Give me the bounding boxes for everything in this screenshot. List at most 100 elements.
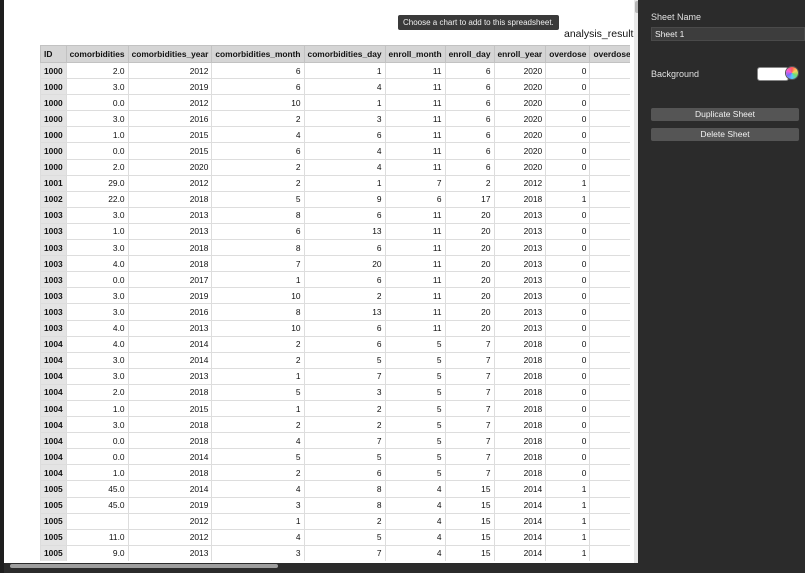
table-cell[interactable]: 1 — [545, 480, 591, 498]
table-cell[interactable]: 3.0 — [65, 367, 129, 385]
table-cell[interactable]: 5 — [384, 432, 446, 450]
table-cell[interactable]: 4 — [211, 480, 305, 498]
table-cell[interactable]: 0 — [545, 126, 591, 144]
table-cell[interactable]: 0 — [545, 367, 591, 385]
table-cell[interactable]: 15 — [444, 544, 495, 561]
row-id-cell[interactable]: 1005 — [40, 544, 67, 561]
table-cell[interactable]: 3.0 — [65, 287, 129, 305]
table-cell[interactable]: 2014 — [127, 351, 213, 369]
table-cell[interactable]: 6 — [303, 206, 386, 224]
table-cell[interactable]: 2014 — [493, 480, 547, 498]
table-cell[interactable]: 6 — [303, 464, 386, 482]
table-cell[interactable] — [589, 255, 630, 273]
table-cell[interactable]: 7 — [303, 367, 386, 385]
table-cell[interactable]: 1 — [211, 271, 305, 289]
table-cell[interactable] — [589, 287, 630, 305]
table-cell[interactable]: 4 — [303, 78, 386, 96]
table-cell[interactable]: 1.0 — [65, 464, 129, 482]
sheet-name-input[interactable]: Sheet 1 — [651, 27, 805, 41]
table-cell[interactable]: 2013 — [127, 544, 213, 561]
table-cell[interactable]: 0 — [545, 158, 591, 176]
table-cell[interactable]: 10 — [589, 544, 630, 561]
table-cell[interactable]: 6 — [384, 190, 446, 208]
table-cell[interactable]: 3 — [211, 496, 305, 514]
table-cell[interactable]: 5 — [384, 383, 446, 401]
table-cell[interactable]: 2020 — [493, 110, 547, 128]
table-cell[interactable]: 6 — [444, 142, 495, 160]
table-cell[interactable]: 3 — [303, 110, 386, 128]
table-cell[interactable] — [589, 351, 630, 369]
table-cell[interactable]: 10 — [589, 528, 630, 546]
table-cell[interactable]: 2013 — [493, 206, 547, 224]
table-cell[interactable]: 2 — [211, 351, 305, 369]
table-cell[interactable]: 4 — [211, 432, 305, 450]
table-cell[interactable]: 9.0 — [65, 544, 129, 561]
table-cell[interactable]: 6 — [444, 61, 495, 80]
table-cell[interactable]: 2013 — [493, 319, 547, 337]
table-cell[interactable] — [589, 110, 630, 128]
table-cell[interactable]: 2018 — [493, 367, 547, 385]
table-cell[interactable]: 29.0 — [65, 174, 129, 192]
table-cell[interactable]: 15 — [444, 512, 495, 530]
table-cell[interactable]: 7 — [444, 464, 495, 482]
column-header[interactable]: enroll_day — [444, 45, 495, 63]
row-id-cell[interactable]: 1003 — [40, 271, 67, 289]
table-cell[interactable] — [589, 383, 630, 401]
table-cell[interactable]: 0.0 — [65, 142, 129, 160]
table-cell[interactable] — [589, 399, 630, 418]
horizontal-scroll-thumb[interactable] — [10, 564, 278, 568]
row-id-cell[interactable]: 1005 — [40, 496, 67, 514]
table-cell[interactable]: 0 — [545, 351, 591, 369]
table-cell[interactable]: 11 — [384, 142, 446, 160]
table-cell[interactable]: 4 — [384, 528, 446, 546]
table-cell[interactable]: 0 — [545, 61, 591, 80]
table-cell[interactable]: 7 — [444, 351, 495, 369]
table-cell[interactable]: 45.0 — [65, 496, 129, 514]
table-cell[interactable]: 2020 — [493, 94, 547, 112]
table-cell[interactable] — [589, 416, 630, 434]
row-id-cell[interactable]: 1003 — [40, 255, 67, 273]
table-cell[interactable]: 0 — [545, 287, 591, 305]
table-cell[interactable]: 5 — [303, 351, 386, 369]
table-cell[interactable] — [589, 94, 630, 112]
table-cell[interactable]: 1 — [545, 512, 591, 530]
column-header[interactable]: comorbidities_day — [303, 45, 386, 63]
table-cell[interactable]: 5 — [303, 448, 386, 466]
table-cell[interactable]: 5 — [211, 383, 305, 401]
table-cell[interactable]: 3 — [211, 544, 305, 561]
table-cell[interactable]: 2015 — [127, 142, 213, 160]
table-cell[interactable]: 2.0 — [65, 158, 129, 176]
row-id-cell[interactable]: 1004 — [40, 367, 67, 385]
table-cell[interactable]: 2012 — [127, 61, 213, 80]
table-cell[interactable]: 2012 — [127, 174, 213, 192]
table-cell[interactable] — [589, 126, 630, 144]
row-id-cell[interactable]: 1004 — [40, 399, 67, 418]
table-cell[interactable] — [589, 335, 630, 353]
row-id-cell[interactable]: 1003 — [40, 287, 67, 305]
table-cell[interactable]: 6 — [211, 61, 305, 80]
table-cell[interactable]: 2020 — [493, 142, 547, 160]
table-cell[interactable]: 11 — [384, 206, 446, 224]
row-id-cell[interactable]: 1001 — [40, 174, 67, 192]
duplicate-sheet-button[interactable]: Duplicate Sheet — [651, 108, 799, 121]
table-cell[interactable] — [589, 222, 630, 241]
table-cell[interactable]: 10 — [589, 512, 630, 530]
row-id-cell[interactable]: 1004 — [40, 464, 67, 482]
table-cell[interactable]: 2018 — [493, 448, 547, 466]
row-id-cell[interactable]: 1000 — [40, 126, 67, 144]
table-cell[interactable]: 4.0 — [65, 335, 129, 353]
table-cell[interactable]: 10 — [589, 496, 630, 514]
table-cell[interactable]: 7 — [303, 432, 386, 450]
table-cell[interactable]: 9 — [303, 190, 386, 208]
table-cell[interactable]: 3.0 — [65, 78, 129, 96]
table-cell[interactable]: 8 — [211, 239, 305, 257]
table-cell[interactable]: 3 — [303, 383, 386, 401]
table-cell[interactable]: 1 — [303, 94, 386, 112]
table-cell[interactable]: 0 — [545, 464, 591, 482]
table-cell[interactable]: 5 — [303, 528, 386, 546]
table-cell[interactable]: 3.0 — [65, 110, 129, 128]
table-cell[interactable]: 10 — [211, 319, 305, 337]
table-cell[interactable]: 2018 — [493, 383, 547, 401]
table-cell[interactable]: 4 — [384, 496, 446, 514]
table-cell[interactable]: 2018 — [127, 239, 213, 257]
